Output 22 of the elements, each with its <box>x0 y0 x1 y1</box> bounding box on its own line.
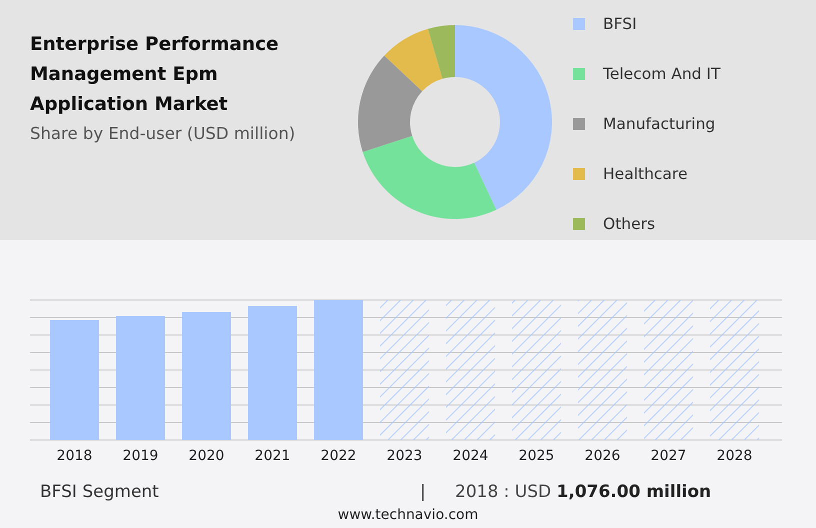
year-label: 2024 <box>452 448 488 464</box>
year-label: 2025 <box>518 448 554 464</box>
year-label: 2018 <box>56 448 92 464</box>
year-label: 2028 <box>716 448 752 464</box>
source-url: www.technavio.com <box>336 507 480 523</box>
separator: | <box>420 482 427 502</box>
segment-value: 2018 : USD 1,076.00 million <box>455 482 712 502</box>
year-label: 2026 <box>584 448 620 464</box>
legend-label: Healthcare <box>603 165 688 183</box>
chart-title: Enterprise Performance Management Epm Application Market <box>30 33 280 117</box>
legend-label: Others <box>603 215 656 233</box>
legend-label: Telecom And IT <box>603 65 720 83</box>
year-label: 2019 <box>122 448 158 464</box>
year-label: 2020 <box>188 448 224 464</box>
year-label: 2023 <box>386 448 422 464</box>
year-label: 2022 <box>320 448 356 464</box>
legend-label: BFSI <box>603 15 637 33</box>
segment-label: BFSI Segment <box>40 482 160 502</box>
legend-label: Manufacturing <box>603 115 716 133</box>
chart-subtitle: Share by End-user (USD million) <box>30 124 296 143</box>
year-label: 2021 <box>254 448 290 464</box>
year-label: 2027 <box>650 448 686 464</box>
